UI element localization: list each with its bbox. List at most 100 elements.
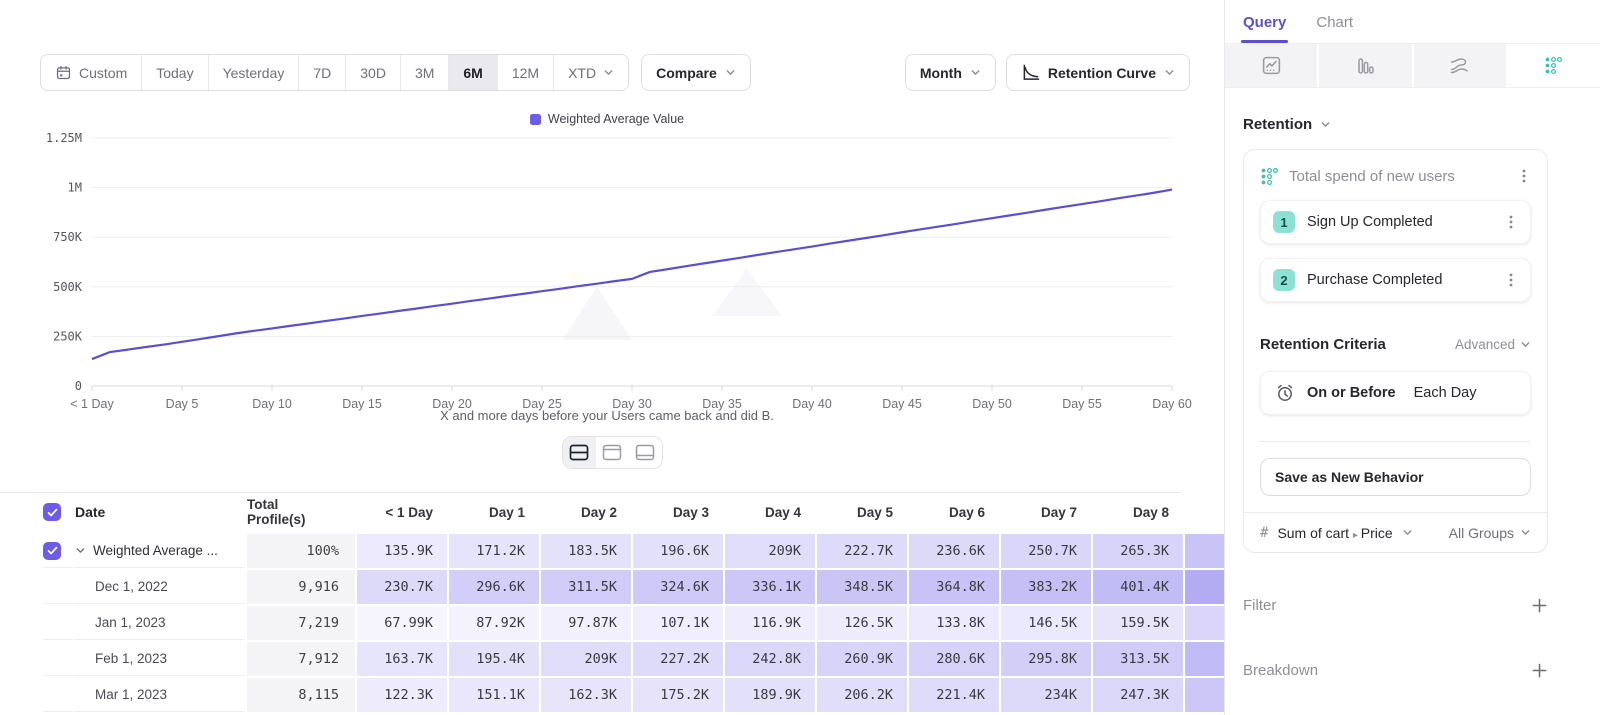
retention-value-cell[interactable]: 183.5K — [541, 534, 631, 568]
column-header-day[interactable]: Day 7 — [1001, 492, 1091, 532]
expander-chevron-icon[interactable] — [75, 545, 86, 556]
row-label-cell[interactable]: Jan 1, 2023 — [75, 606, 245, 640]
range-3m[interactable]: 3M — [401, 55, 449, 90]
retention-value-cell[interactable]: 221.4K — [909, 678, 999, 712]
column-header-day[interactable]: Day 6 — [909, 492, 999, 532]
split-view-button[interactable] — [563, 437, 596, 468]
retention-value-cell[interactable]: 324.6K — [633, 570, 723, 604]
retention-value-cell[interactable]: 222.7K — [817, 534, 907, 568]
retention-value-cell[interactable]: 313.5K — [1093, 642, 1183, 676]
retention-value-cell[interactable]: 159.5K — [1093, 606, 1183, 640]
range-yesterday[interactable]: Yesterday — [209, 55, 300, 90]
table-only-view-button[interactable] — [629, 437, 662, 468]
report-type-retention[interactable] — [1508, 44, 1600, 87]
retention-value-cell[interactable]: 242.8K — [725, 642, 815, 676]
range-30d[interactable]: 30D — [346, 55, 401, 90]
retention-value-cell[interactable]: 189.9K — [725, 678, 815, 712]
range-today[interactable]: Today — [142, 55, 208, 90]
report-type-insights[interactable] — [1225, 44, 1319, 87]
tab-chart[interactable]: Chart — [1316, 14, 1353, 43]
retention-value-cell[interactable]: 234K — [1001, 678, 1091, 712]
retention-section-header[interactable]: Retention — [1243, 116, 1548, 133]
column-header-date[interactable]: Date — [75, 492, 245, 532]
retention-value-cell[interactable]: 107.1K — [633, 606, 723, 640]
retention-value-cell[interactable]: 135.9K — [357, 534, 447, 568]
retention-value-cell[interactable]: 295.8K — [1001, 642, 1091, 676]
retention-value-cell[interactable]: 97.87K — [541, 606, 631, 640]
compare-button[interactable]: Compare — [641, 54, 751, 91]
retention-value-cell[interactable]: 383.2K — [1001, 570, 1091, 604]
retention-value-cell[interactable]: 126.5K — [817, 606, 907, 640]
retention-value-cell[interactable]: 195.4K — [449, 642, 539, 676]
column-header-day[interactable]: Day 1 — [449, 492, 539, 532]
tab-query[interactable]: Query — [1243, 14, 1286, 43]
row-label-cell[interactable]: Dec 1, 2022 — [75, 570, 245, 604]
retention-value-cell[interactable]: 209K — [541, 642, 631, 676]
add-breakdown-button[interactable] — [1531, 662, 1548, 679]
column-header-day[interactable]: Day 8 — [1093, 492, 1183, 532]
kebab-menu-icon[interactable] — [1504, 214, 1518, 230]
groups-dropdown[interactable]: All Groups — [1449, 525, 1531, 541]
select-all-checkbox[interactable] — [43, 503, 61, 521]
retention-value-cell[interactable]: 265.3K — [1093, 534, 1183, 568]
retention-value-cell[interactable]: 250.7K — [1001, 534, 1091, 568]
range-12m[interactable]: 12M — [498, 55, 554, 90]
retention-value-cell[interactable]: 206.2K — [817, 678, 907, 712]
save-as-new-behavior-button[interactable]: Save as New Behavior — [1260, 458, 1531, 496]
kebab-menu-icon[interactable] — [1504, 272, 1518, 288]
retention-value-cell[interactable]: 401.4K — [1093, 570, 1183, 604]
retention-value-cell[interactable]: 311.5K — [541, 570, 631, 604]
row-label-cell[interactable]: Weighted Average ... — [75, 534, 245, 568]
retention-value-cell[interactable]: 67.99K — [357, 606, 447, 640]
range-custom[interactable]: Custom — [41, 55, 142, 90]
retention-value-cell[interactable]: 163.7K — [357, 642, 447, 676]
range-xtd[interactable]: XTD — [554, 55, 628, 90]
retention-value-cell[interactable]: 133.8K — [909, 606, 999, 640]
behavior-step-1[interactable]: 1Sign Up Completed — [1260, 200, 1531, 244]
retention-value-cell[interactable]: 364.8K — [909, 570, 999, 604]
column-header-day[interactable]: < 1 Day — [357, 492, 447, 532]
retention-value-cell[interactable]: 336.1K — [725, 570, 815, 604]
range-7d[interactable]: 7D — [299, 55, 346, 90]
retention-value-cell[interactable]: 230.7K — [357, 570, 447, 604]
row-checkbox[interactable] — [43, 542, 61, 560]
chart-only-view-button[interactable] — [596, 437, 629, 468]
add-filter-button[interactable] — [1531, 597, 1548, 614]
retention-value-cell[interactable]: 247.3K — [1093, 678, 1183, 712]
column-header-day[interactable]: Day 2 — [541, 492, 631, 532]
retention-value-cell[interactable]: 196.6K — [633, 534, 723, 568]
retention-value-cell[interactable]: 175.2K — [633, 678, 723, 712]
report-type-flows[interactable] — [1414, 44, 1508, 87]
granularity-dropdown[interactable]: Month — [905, 54, 996, 91]
behavior-step-2[interactable]: 2Purchase Completed — [1260, 258, 1531, 302]
measurement-property-dropdown[interactable]: Sum of cart ▸ Price — [1277, 525, 1392, 541]
retention-value-cell[interactable]: 227.2K — [633, 642, 723, 676]
retention-value-cell[interactable]: 151.1K — [449, 678, 539, 712]
chart-type-dropdown[interactable]: Retention Curve — [1006, 54, 1190, 91]
range-label: 30D — [360, 65, 386, 81]
criteria-timing-selector[interactable]: On or Before Each Day — [1260, 371, 1531, 415]
retention-value-cell[interactable]: 146.5K — [1001, 606, 1091, 640]
retention-value-cell[interactable]: 116.9K — [725, 606, 815, 640]
row-label-cell[interactable]: Feb 1, 2023 — [75, 642, 245, 676]
retention-value-cell[interactable]: 162.3K — [541, 678, 631, 712]
column-header-day[interactable]: Day 4 — [725, 492, 815, 532]
retention-value-cell[interactable]: 296.6K — [449, 570, 539, 604]
retention-curve-icon — [1021, 64, 1040, 81]
retention-value-cell[interactable]: 122.3K — [357, 678, 447, 712]
column-header-total-profiles[interactable]: Total Profile(s) — [247, 492, 355, 532]
retention-value-cell[interactable]: 280.6K — [909, 642, 999, 676]
column-header-day[interactable]: Day 5 — [817, 492, 907, 532]
retention-value-cell[interactable]: 87.92K — [449, 606, 539, 640]
kebab-menu-icon[interactable] — [1517, 168, 1531, 184]
column-header-day[interactable]: Day 3 — [633, 492, 723, 532]
retention-value-cell[interactable]: 236.6K — [909, 534, 999, 568]
retention-value-cell[interactable]: 209K — [725, 534, 815, 568]
retention-value-cell[interactable]: 348.5K — [817, 570, 907, 604]
retention-value-cell[interactable]: 260.9K — [817, 642, 907, 676]
report-type-funnels[interactable] — [1319, 44, 1413, 87]
range-6m[interactable]: 6M — [449, 55, 497, 90]
criteria-mode-dropdown[interactable]: Advanced — [1455, 337, 1531, 352]
retention-value-cell[interactable]: 171.2K — [449, 534, 539, 568]
row-label-cell[interactable]: Mar 1, 2023 — [75, 678, 245, 712]
